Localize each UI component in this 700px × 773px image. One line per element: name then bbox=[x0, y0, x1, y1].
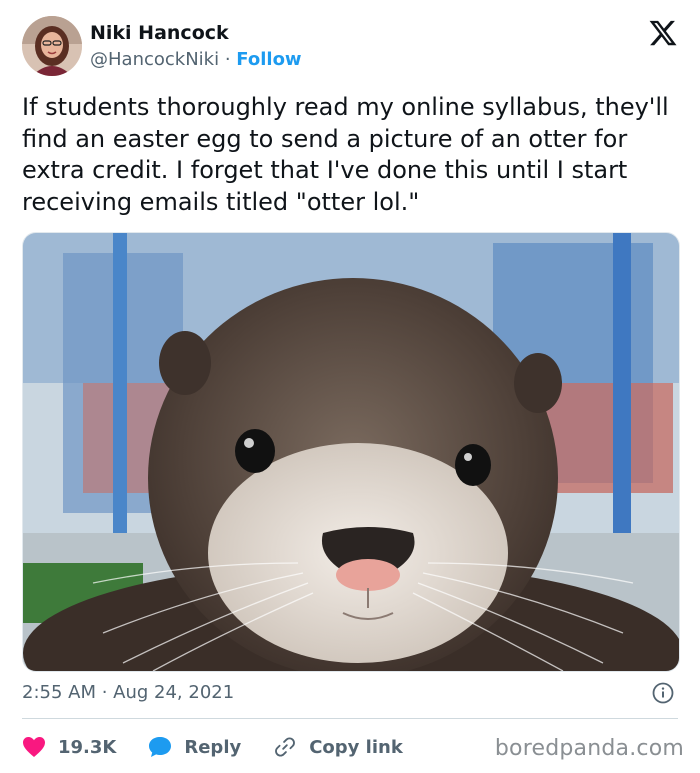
tweet-photo-otter[interactable] bbox=[22, 232, 680, 672]
tweet-text: If students thoroughly read my online sy… bbox=[22, 93, 669, 216]
watermark: boredpanda.com bbox=[494, 736, 684, 761]
action-bar: 19.3K Reply Copy link bbox=[22, 732, 435, 762]
heart-icon bbox=[23, 737, 45, 757]
author-handle[interactable]: @HancockNiki bbox=[90, 49, 219, 70]
copy-link-label: Copy link bbox=[309, 736, 403, 758]
tweet-timestamp[interactable]: 2:55 AM · Aug 24, 2021 bbox=[22, 682, 234, 703]
divider bbox=[22, 718, 678, 719]
copy-link-button[interactable]: Copy link bbox=[273, 736, 403, 758]
reply-bubble-icon bbox=[149, 737, 172, 757]
link-icon bbox=[275, 737, 296, 757]
author-handle-row: @HancockNiki · Follow bbox=[90, 49, 302, 70]
x-logo-icon[interactable] bbox=[648, 18, 678, 48]
like-count: 19.3K bbox=[58, 736, 117, 758]
like-button[interactable]: 19.3K bbox=[22, 736, 116, 758]
author-name[interactable]: Niki Hancock bbox=[90, 22, 229, 44]
follow-button[interactable]: Follow bbox=[236, 49, 301, 70]
avatar[interactable] bbox=[22, 16, 82, 76]
reply-label: Reply bbox=[184, 736, 242, 758]
reply-button[interactable]: Reply bbox=[148, 736, 241, 758]
separator-dot: · bbox=[224, 49, 231, 70]
info-icon[interactable] bbox=[652, 682, 674, 704]
